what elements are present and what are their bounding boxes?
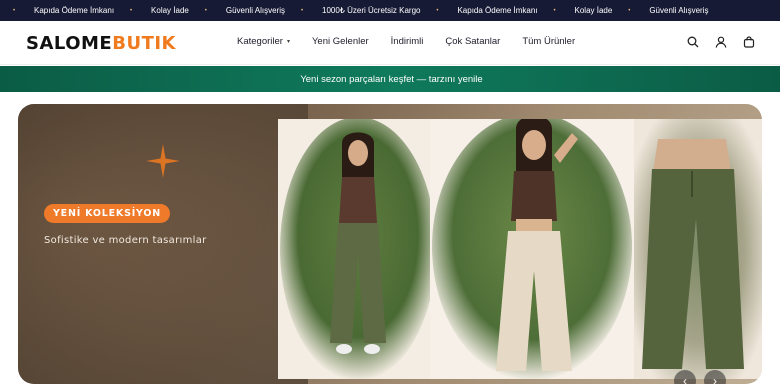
ticker-item: Kolay İade: [148, 6, 189, 15]
model-photo-front: [280, 119, 430, 379]
ticker-item: 1000₺ Üzeri Ücretsiz Kargo: [319, 6, 420, 15]
nav-item-label: Çok Satanlar: [445, 36, 501, 47]
carousel-controls: ‹ ›: [666, 370, 726, 384]
logo-text-butik: BUTIK: [112, 33, 176, 54]
nav-item-kategoriler[interactable]: Kategoriler ▾: [237, 36, 290, 47]
nav-item-tum-urunler[interactable]: Tüm Ürünler: [522, 36, 575, 47]
ticker-item: Güvenli Alışveriş: [223, 6, 285, 15]
user-icon[interactable]: [714, 35, 728, 49]
promo-text: Yeni sezon parçaları keşfet — tarzını ye…: [300, 73, 483, 85]
ticker-separator: •: [129, 7, 133, 14]
nav-item-label: İndirimli: [390, 36, 424, 47]
search-icon[interactable]: [686, 35, 700, 49]
cart-icon[interactable]: [742, 35, 756, 49]
ticker-separator: •: [628, 7, 631, 14]
model-photo-center: [432, 119, 632, 379]
carousel-prev-button[interactable]: ‹: [674, 370, 696, 384]
ticker-item-text: 1000₺ Üzeri Ücretsiz Kargo: [322, 6, 421, 15]
ticker-item: Kapıda Ödeme İmkanı: [454, 6, 537, 15]
ticker-item: Kolay İade: [572, 6, 613, 15]
hero-photo-2: [430, 119, 634, 379]
ticker-track: • Kapıda Ödeme İmkanı • Kolay İade • Güvenli …: [0, 0, 709, 21]
ticker-separator: •: [553, 7, 556, 14]
site-logo[interactable]: SALOME BUTIK: [26, 34, 176, 54]
model-photo-side: [634, 119, 762, 379]
ticker-separator: •: [204, 7, 207, 14]
announcement-ticker: • Kapıda Ödeme İmkanı • Kolay İade • Güvenli …: [0, 0, 780, 21]
main-nav: Kategoriler ▾ Yeni Gelenler İndirimli Ço…: [237, 36, 597, 47]
chevron-down-icon: ▾: [286, 39, 290, 45]
nav-item-label: Kategoriler: [237, 36, 283, 47]
ticker-item-text: Kolay İade: [151, 6, 189, 15]
ticker-separator: •: [12, 7, 16, 14]
ticker-item-text: Güvenli Alışveriş: [225, 6, 285, 15]
carousel-next-button[interactable]: ›: [704, 370, 726, 384]
promo-bar[interactable]: Yeni sezon parçaları keşfet — tarzını ye…: [0, 66, 780, 92]
nav-item-indirimli[interactable]: İndirimli: [391, 36, 424, 47]
nav-item-yeni-gelenler[interactable]: Yeni Gelenler: [312, 36, 369, 47]
ticker-separator: •: [436, 7, 439, 14]
ticker-separator: •: [300, 7, 304, 14]
site-header: SALOME BUTIK Kategoriler ▾ Yeni Gelenler …: [0, 21, 780, 65]
ticker-item-text: Kapıda Ödeme İmkanı: [34, 6, 115, 15]
hero-subtitle: Sofistike ve modern tasarımlar: [44, 235, 207, 246]
nav-item-label: Tüm Ürünler: [522, 36, 576, 47]
collection-badge: YENİ KOLEKSİYON: [44, 204, 171, 223]
nav-item-cok-satanlar[interactable]: Çok Satanlar: [445, 36, 500, 47]
hero-banner[interactable]: YENİ KOLEKSİYON Sofistike ve modern tasa…: [18, 104, 762, 384]
ticker-item-text: Kolay İade: [574, 6, 613, 15]
logo-text-salome: SALOME: [26, 33, 113, 54]
hero-photo-1: [278, 119, 430, 379]
nav-item-label: Yeni Gelenler: [311, 36, 369, 47]
ticker-item-text: Kapıda Ödeme İmkanı: [457, 6, 538, 15]
sparkle-star-icon: [146, 144, 180, 178]
hero-photo-3: [634, 119, 762, 379]
ticker-item-text: Güvenli Alışveriş: [649, 6, 709, 15]
ticker-item: Kapıda Ödeme İmkanı: [31, 6, 114, 15]
ticker-item: Güvenli Alışveriş: [646, 6, 708, 15]
header-actions: [672, 35, 756, 49]
